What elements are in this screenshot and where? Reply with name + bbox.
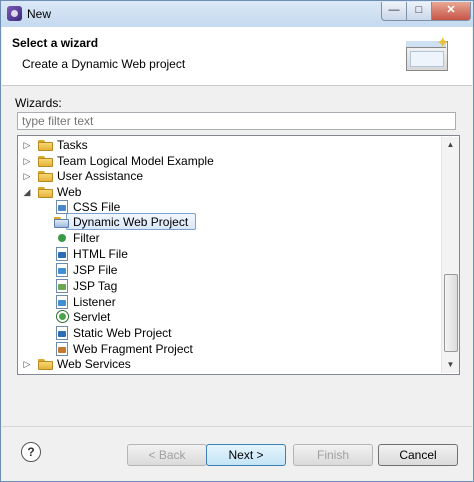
jsp-file-icon — [56, 263, 68, 277]
jsp-tag-icon — [56, 279, 68, 293]
folder-icon — [38, 171, 54, 182]
dynamic-web-project-icon — [54, 217, 70, 228]
finish-button[interactable]: Finish — [293, 444, 373, 466]
servlet-icon — [56, 310, 69, 323]
button-bar-divider — [2, 426, 472, 427]
wizard-header: Select a wizard Create a Dynamic Web pro… — [2, 27, 472, 86]
collapse-arrow-icon[interactable]: ◢ — [22, 184, 32, 200]
new-wizard-dialog: New — □ ✕ Select a wizard Create a Dynam… — [0, 0, 474, 482]
close-button[interactable]: ✕ — [431, 2, 471, 21]
filter-icon — [56, 231, 68, 245]
static-web-project-icon — [56, 326, 68, 340]
folder-icon — [38, 156, 54, 167]
maximize-button[interactable]: □ — [406, 2, 432, 21]
expand-arrow-icon[interactable]: ▷ — [22, 168, 32, 184]
cancel-button[interactable]: Cancel — [378, 444, 458, 466]
page-description: Create a Dynamic Web project — [22, 57, 186, 71]
vertical-scrollbar[interactable]: ▲ ▼ — [441, 137, 459, 373]
web-fragment-project-icon — [56, 342, 68, 356]
window-title: New — [27, 7, 52, 21]
folder-icon — [38, 140, 54, 151]
help-icon[interactable]: ? — [21, 442, 41, 462]
wizard-banner-icon: ✦ — [406, 35, 449, 71]
title-bar[interactable]: New — □ ✕ — [1, 1, 473, 27]
eclipse-icon — [7, 6, 22, 21]
css-file-icon — [56, 200, 68, 214]
expand-arrow-icon[interactable]: ▷ — [22, 153, 32, 169]
html-file-icon — [56, 247, 68, 261]
page-title: Select a wizard — [12, 36, 99, 50]
scroll-up-arrow-icon[interactable]: ▲ — [442, 137, 459, 153]
wizard-tree[interactable]: ▷ Tasks ▷ Team Logical Model Example ▷ U… — [17, 135, 460, 375]
scrollbar-thumb[interactable] — [444, 274, 458, 352]
wizards-label: Wizards: — [15, 96, 62, 110]
back-button[interactable]: < Back — [127, 444, 207, 466]
folder-open-icon — [38, 187, 54, 198]
scroll-down-arrow-icon[interactable]: ▼ — [442, 357, 459, 373]
next-button[interactable]: Next > — [206, 444, 286, 466]
expand-arrow-icon[interactable]: ▷ — [22, 137, 32, 153]
minimize-button[interactable]: — — [381, 2, 407, 21]
folder-icon — [38, 359, 54, 370]
listener-icon — [56, 295, 68, 309]
expand-arrow-icon[interactable]: ▷ — [22, 356, 32, 372]
filter-input[interactable] — [17, 112, 456, 130]
